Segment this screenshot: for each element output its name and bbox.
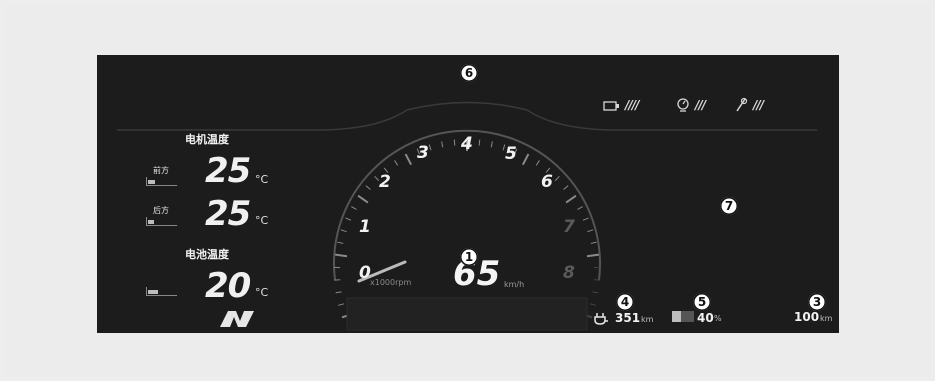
speedo-tick-8: 8 — [563, 263, 575, 283]
charge-plug-icon — [594, 313, 608, 325]
front-label: 前方 — [153, 166, 169, 175]
speedo-tick-mark — [335, 253, 348, 258]
speedo-tick-mark — [365, 185, 371, 190]
speedo-tick-mark — [586, 253, 599, 258]
speedo-tick-5: 5 — [505, 144, 517, 164]
speedo-tick-mark — [340, 229, 347, 233]
n-logo — [220, 311, 254, 327]
speedo-tick-mark — [338, 303, 345, 306]
battery-percent-unit: % — [714, 314, 722, 323]
callout-5: 5 — [693, 293, 711, 311]
battery-indicator-icon — [603, 101, 619, 111]
speedo-tick-mark — [589, 303, 596, 306]
callout-1: 1 — [460, 248, 478, 266]
speedo-tick-6: 6 — [541, 172, 553, 192]
speedo-tick-4: 4 — [461, 134, 473, 154]
speedo-tick-7: 7 — [563, 217, 575, 237]
rear-temp-unit: °C — [255, 214, 269, 227]
speed-limit-indicator-icon — [677, 98, 689, 112]
speedo-tick-mark — [592, 291, 599, 294]
callout-7: 7 — [720, 197, 738, 215]
battery-level-fill — [672, 311, 681, 322]
speedo-tick-mark — [565, 194, 577, 204]
callout-4: 4 — [616, 293, 634, 311]
speedo-tick-mark — [428, 144, 432, 151]
speedo-tick-mark — [590, 241, 597, 244]
instrument-cluster-display: 电机温度 前方 25 °C 后方 25 °C 电池温度 20 °C 0 1 2 … — [97, 55, 839, 333]
range-value: 351 — [615, 311, 641, 325]
bottom-info-panel — [346, 297, 588, 331]
speedo-tick-mark — [345, 217, 352, 221]
battery-level-bar — [672, 311, 694, 322]
rear-temp-value: 25 — [205, 194, 251, 234]
front-temp-unit: °C — [255, 173, 269, 186]
speedo-tick-mark — [587, 229, 594, 233]
callout-3: 3 — [808, 293, 826, 311]
speedo-tick-mark — [441, 141, 444, 148]
speedo-tick-mark — [404, 153, 413, 166]
speedo-tick-mark — [453, 139, 456, 146]
speed-unit: km/h — [504, 280, 525, 289]
speedo-tick-mark — [357, 194, 369, 204]
range-unit: km — [641, 315, 654, 324]
rear-label: 后方 — [153, 206, 169, 215]
speedo-tick-mark — [582, 217, 589, 221]
speedo-tick-1: 1 — [359, 217, 371, 237]
battery-temp-unit: °C — [255, 286, 269, 299]
trip-value: 100 — [794, 310, 820, 324]
speedo-tick-mark — [394, 160, 399, 166]
battery-temp-value: 20 — [205, 266, 251, 306]
speedo-tick-mark — [350, 206, 357, 210]
front-temp-value: 25 — [205, 151, 251, 191]
battery-percent-value: 40 — [697, 311, 714, 325]
speedo-tick-mark — [337, 241, 344, 244]
speedo-tick-mark — [490, 141, 493, 148]
trip-unit: km — [820, 314, 833, 323]
rpm-scale-label: x1000rpm — [370, 278, 412, 287]
key-indicator-marks: /// — [753, 98, 764, 112]
speedo-tick-mark — [563, 185, 569, 190]
speedo-tick-mark — [535, 160, 540, 166]
speedo-tick-3: 3 — [417, 143, 429, 163]
key-indicator-icon — [736, 97, 748, 112]
speedo-tick-mark — [478, 139, 481, 146]
speedo-tick-mark — [521, 153, 530, 166]
motor-temp-title: 电机温度 — [185, 133, 229, 146]
speedo-tick-2: 2 — [379, 172, 391, 192]
speedo-tick-mark — [577, 206, 584, 210]
speed-limit-indicator-marks: /// — [695, 98, 706, 112]
battery-temp-gauge — [146, 287, 177, 296]
front-temp-gauge — [146, 177, 177, 186]
battery-indicator-marks: //// — [625, 98, 639, 112]
callout-6: 6 — [460, 64, 478, 82]
battery-temp-title: 电池温度 — [185, 248, 229, 261]
speedo-tick-mark — [335, 291, 342, 294]
speedo-tick-mark — [554, 175, 560, 181]
rear-temp-gauge — [146, 217, 177, 226]
